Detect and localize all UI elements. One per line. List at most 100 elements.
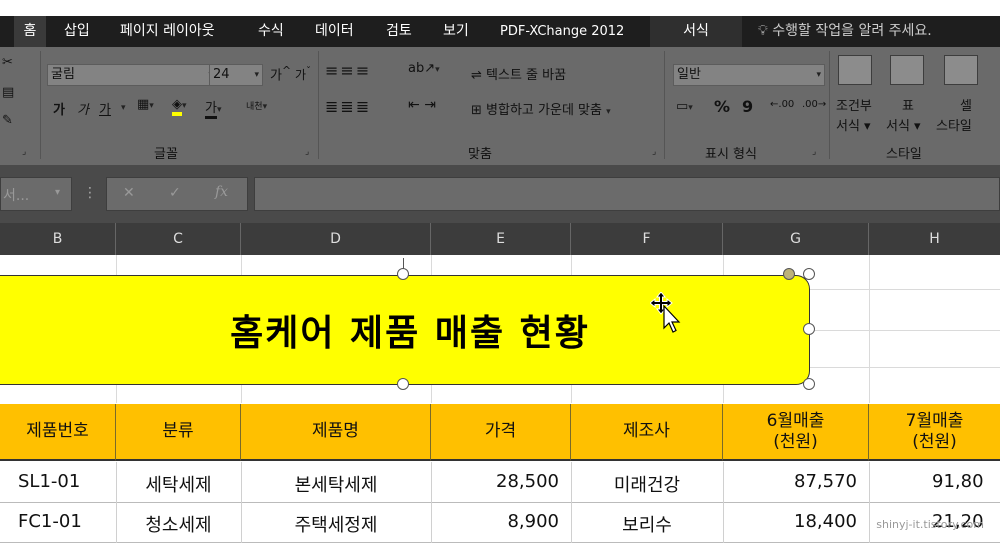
vertical-align-buttons[interactable]: ≡≡≡ xyxy=(325,61,371,80)
column-header-h[interactable]: H xyxy=(869,223,1000,255)
header-label: 제조사 xyxy=(623,421,670,441)
italic-button[interactable]: 가 xyxy=(77,99,89,118)
table-header-june-sales[interactable]: 6월매출 (천원) xyxy=(723,404,869,461)
merge-center-button[interactable]: ⊞ 병합하고 가운데 맞춤 ▾ xyxy=(471,99,611,118)
cell-styles-button[interactable]: 셀 xyxy=(960,95,972,114)
table-header-category[interactable]: 분류 xyxy=(116,404,241,461)
group-separator xyxy=(829,51,830,159)
table-header-product-id[interactable]: 제품번호 xyxy=(0,404,116,461)
table-cell[interactable]: SL1-01 xyxy=(18,471,80,492)
horizontal-align-buttons[interactable]: ≣≣≣ xyxy=(325,97,371,116)
tab-formulas[interactable]: 수식 xyxy=(258,16,284,47)
increase-decimal-label: .00 xyxy=(778,99,795,110)
tab-home[interactable]: 홈 xyxy=(14,16,46,47)
tab-pdf-xchange[interactable]: PDF-XChange 2012 xyxy=(500,16,624,47)
tab-view[interactable]: 보기 xyxy=(443,16,469,47)
table-cell[interactable]: 보리수 xyxy=(571,511,723,537)
table-cell[interactable]: 세탁세제 xyxy=(116,471,241,497)
align-launcher-icon[interactable]: ⌟ xyxy=(652,147,656,157)
resize-handle-bottom[interactable] xyxy=(397,378,409,390)
enter-icon[interactable]: ✓ xyxy=(169,185,181,201)
table-header-july-sales[interactable]: 7월매출 (천원) xyxy=(869,404,1000,461)
percent-button[interactable]: % xyxy=(714,97,730,116)
increase-decimal-button[interactable]: ←.00 xyxy=(770,99,794,110)
tell-me-text: 수행할 작업을 알려 주세요. xyxy=(772,23,932,39)
accounting-format-button[interactable]: ▭▾ xyxy=(676,99,693,114)
table-cell[interactable]: 청소세제 xyxy=(116,511,241,537)
resize-handle-top-right[interactable] xyxy=(803,268,815,280)
border-button[interactable]: ▦▾ xyxy=(137,97,154,112)
decrease-decimal-button[interactable]: .00→ xyxy=(802,99,826,110)
resize-handle-right[interactable] xyxy=(803,323,815,335)
resize-handle-bottom-right[interactable] xyxy=(803,378,815,390)
column-header-c[interactable]: C xyxy=(116,223,241,255)
more-options-icon[interactable]: ⋮ xyxy=(83,185,97,201)
grow-font-button[interactable]: 가^ xyxy=(270,64,291,83)
font-launcher-icon[interactable]: ⌟ xyxy=(305,147,309,157)
column-header-g[interactable]: G xyxy=(723,223,869,255)
lightbulb-icon: 💡︎ xyxy=(758,23,768,39)
cell-styles-label: 셀 xyxy=(960,99,972,114)
table-cell[interactable]: 18,400 xyxy=(723,511,857,532)
underline-dropdown[interactable]: ▾ xyxy=(121,99,126,114)
conditional-format-button[interactable]: 조건부 xyxy=(836,95,872,114)
table-cell[interactable]: 28,500 xyxy=(431,471,559,492)
insert-function-icon[interactable]: fx xyxy=(215,184,228,200)
comma-style-button[interactable]: 9 xyxy=(742,97,753,116)
row-gridline xyxy=(0,502,1000,503)
cut-icon[interactable]: ✂ xyxy=(2,55,13,70)
title-shape[interactable]: 홈케어 제품 매출 현황 xyxy=(0,275,810,385)
tab-review[interactable]: 검토 xyxy=(386,16,412,47)
number-launcher-icon[interactable]: ⌟ xyxy=(812,147,816,157)
wrap-text-label: 텍스트 줄 바꿈 xyxy=(486,68,567,83)
table-cell[interactable]: 87,570 xyxy=(723,471,857,492)
border-icon: ▦ xyxy=(137,97,150,112)
table-header-product-name[interactable]: 제품명 xyxy=(241,404,431,461)
copy-icon[interactable]: ▤ xyxy=(2,85,14,100)
tab-insert[interactable]: 삽입 xyxy=(64,16,90,47)
header-label: 제품번호 xyxy=(26,421,89,441)
wrap-text-button[interactable]: ⇌ 텍스트 줄 바꿈 xyxy=(471,64,566,83)
table-cell[interactable]: 8,900 xyxy=(431,511,559,532)
shape-title-text: 홈케어 제품 매출 현황 xyxy=(230,313,590,354)
font-size-combobox[interactable]: 24 ▾ xyxy=(209,64,263,86)
chevron-down-icon: ▾ xyxy=(435,65,440,75)
table-header-price[interactable]: 가격 xyxy=(431,404,571,461)
header-label: 분류 xyxy=(162,421,194,441)
table-cell[interactable]: 91,80 xyxy=(932,471,984,492)
tell-me-box[interactable]: 💡︎ 수행할 작업을 알려 주세요. xyxy=(758,16,932,47)
phonetic-button[interactable]: 내천▾ xyxy=(246,99,267,112)
formula-input[interactable] xyxy=(254,177,1000,211)
column-header-f[interactable]: F xyxy=(571,223,723,255)
column-header-e[interactable]: E xyxy=(431,223,571,255)
table-cell[interactable]: FC1-01 xyxy=(18,511,82,532)
number-format-combobox[interactable]: 일반 ▾ xyxy=(673,64,825,86)
font-name-value: 굴림 xyxy=(51,67,75,82)
cancel-icon[interactable]: ✕ xyxy=(123,185,135,201)
merge-cells-icon: ⊞ xyxy=(471,103,482,118)
column-header-b[interactable]: B xyxy=(0,223,116,255)
fill-color-button[interactable]: ◈▾ xyxy=(172,97,187,116)
tab-page-layout[interactable]: 페이지 레이아웃 xyxy=(120,16,215,47)
clipboard-launcher-icon[interactable]: ⌟ xyxy=(22,147,26,157)
shrink-font-button[interactable]: 가ˇ xyxy=(295,66,311,83)
table-header-manufacturer[interactable]: 제조사 xyxy=(571,404,723,461)
table-cell[interactable]: 주택세정제 xyxy=(241,511,431,537)
name-box[interactable]: 서... ▾ xyxy=(0,177,72,211)
column-header-d[interactable]: D xyxy=(241,223,431,255)
tab-shape-format[interactable]: 서식 xyxy=(650,16,742,47)
table-format-button[interactable]: 표 xyxy=(902,95,914,114)
table-cell[interactable]: 미래건강 xyxy=(571,471,723,497)
underline-button[interactable]: 가 xyxy=(99,99,111,118)
table-cell[interactable]: 본세탁세제 xyxy=(241,471,431,497)
bold-button[interactable]: 가 xyxy=(53,99,65,118)
font-name-combobox[interactable]: 굴림 ▾ xyxy=(47,64,217,86)
tab-data[interactable]: 데이터 xyxy=(315,16,354,47)
resize-handle-top[interactable] xyxy=(397,268,409,280)
indent-buttons[interactable]: ⇤ ⇥ xyxy=(408,97,436,113)
increase-indent-icon: ⇥ xyxy=(424,97,436,113)
adjust-handle[interactable] xyxy=(783,268,795,280)
font-color-button[interactable]: 가▾ xyxy=(205,97,222,119)
format-painter-icon[interactable]: ✎ xyxy=(2,113,13,128)
orientation-button[interactable]: ab↗▾ xyxy=(408,61,440,76)
